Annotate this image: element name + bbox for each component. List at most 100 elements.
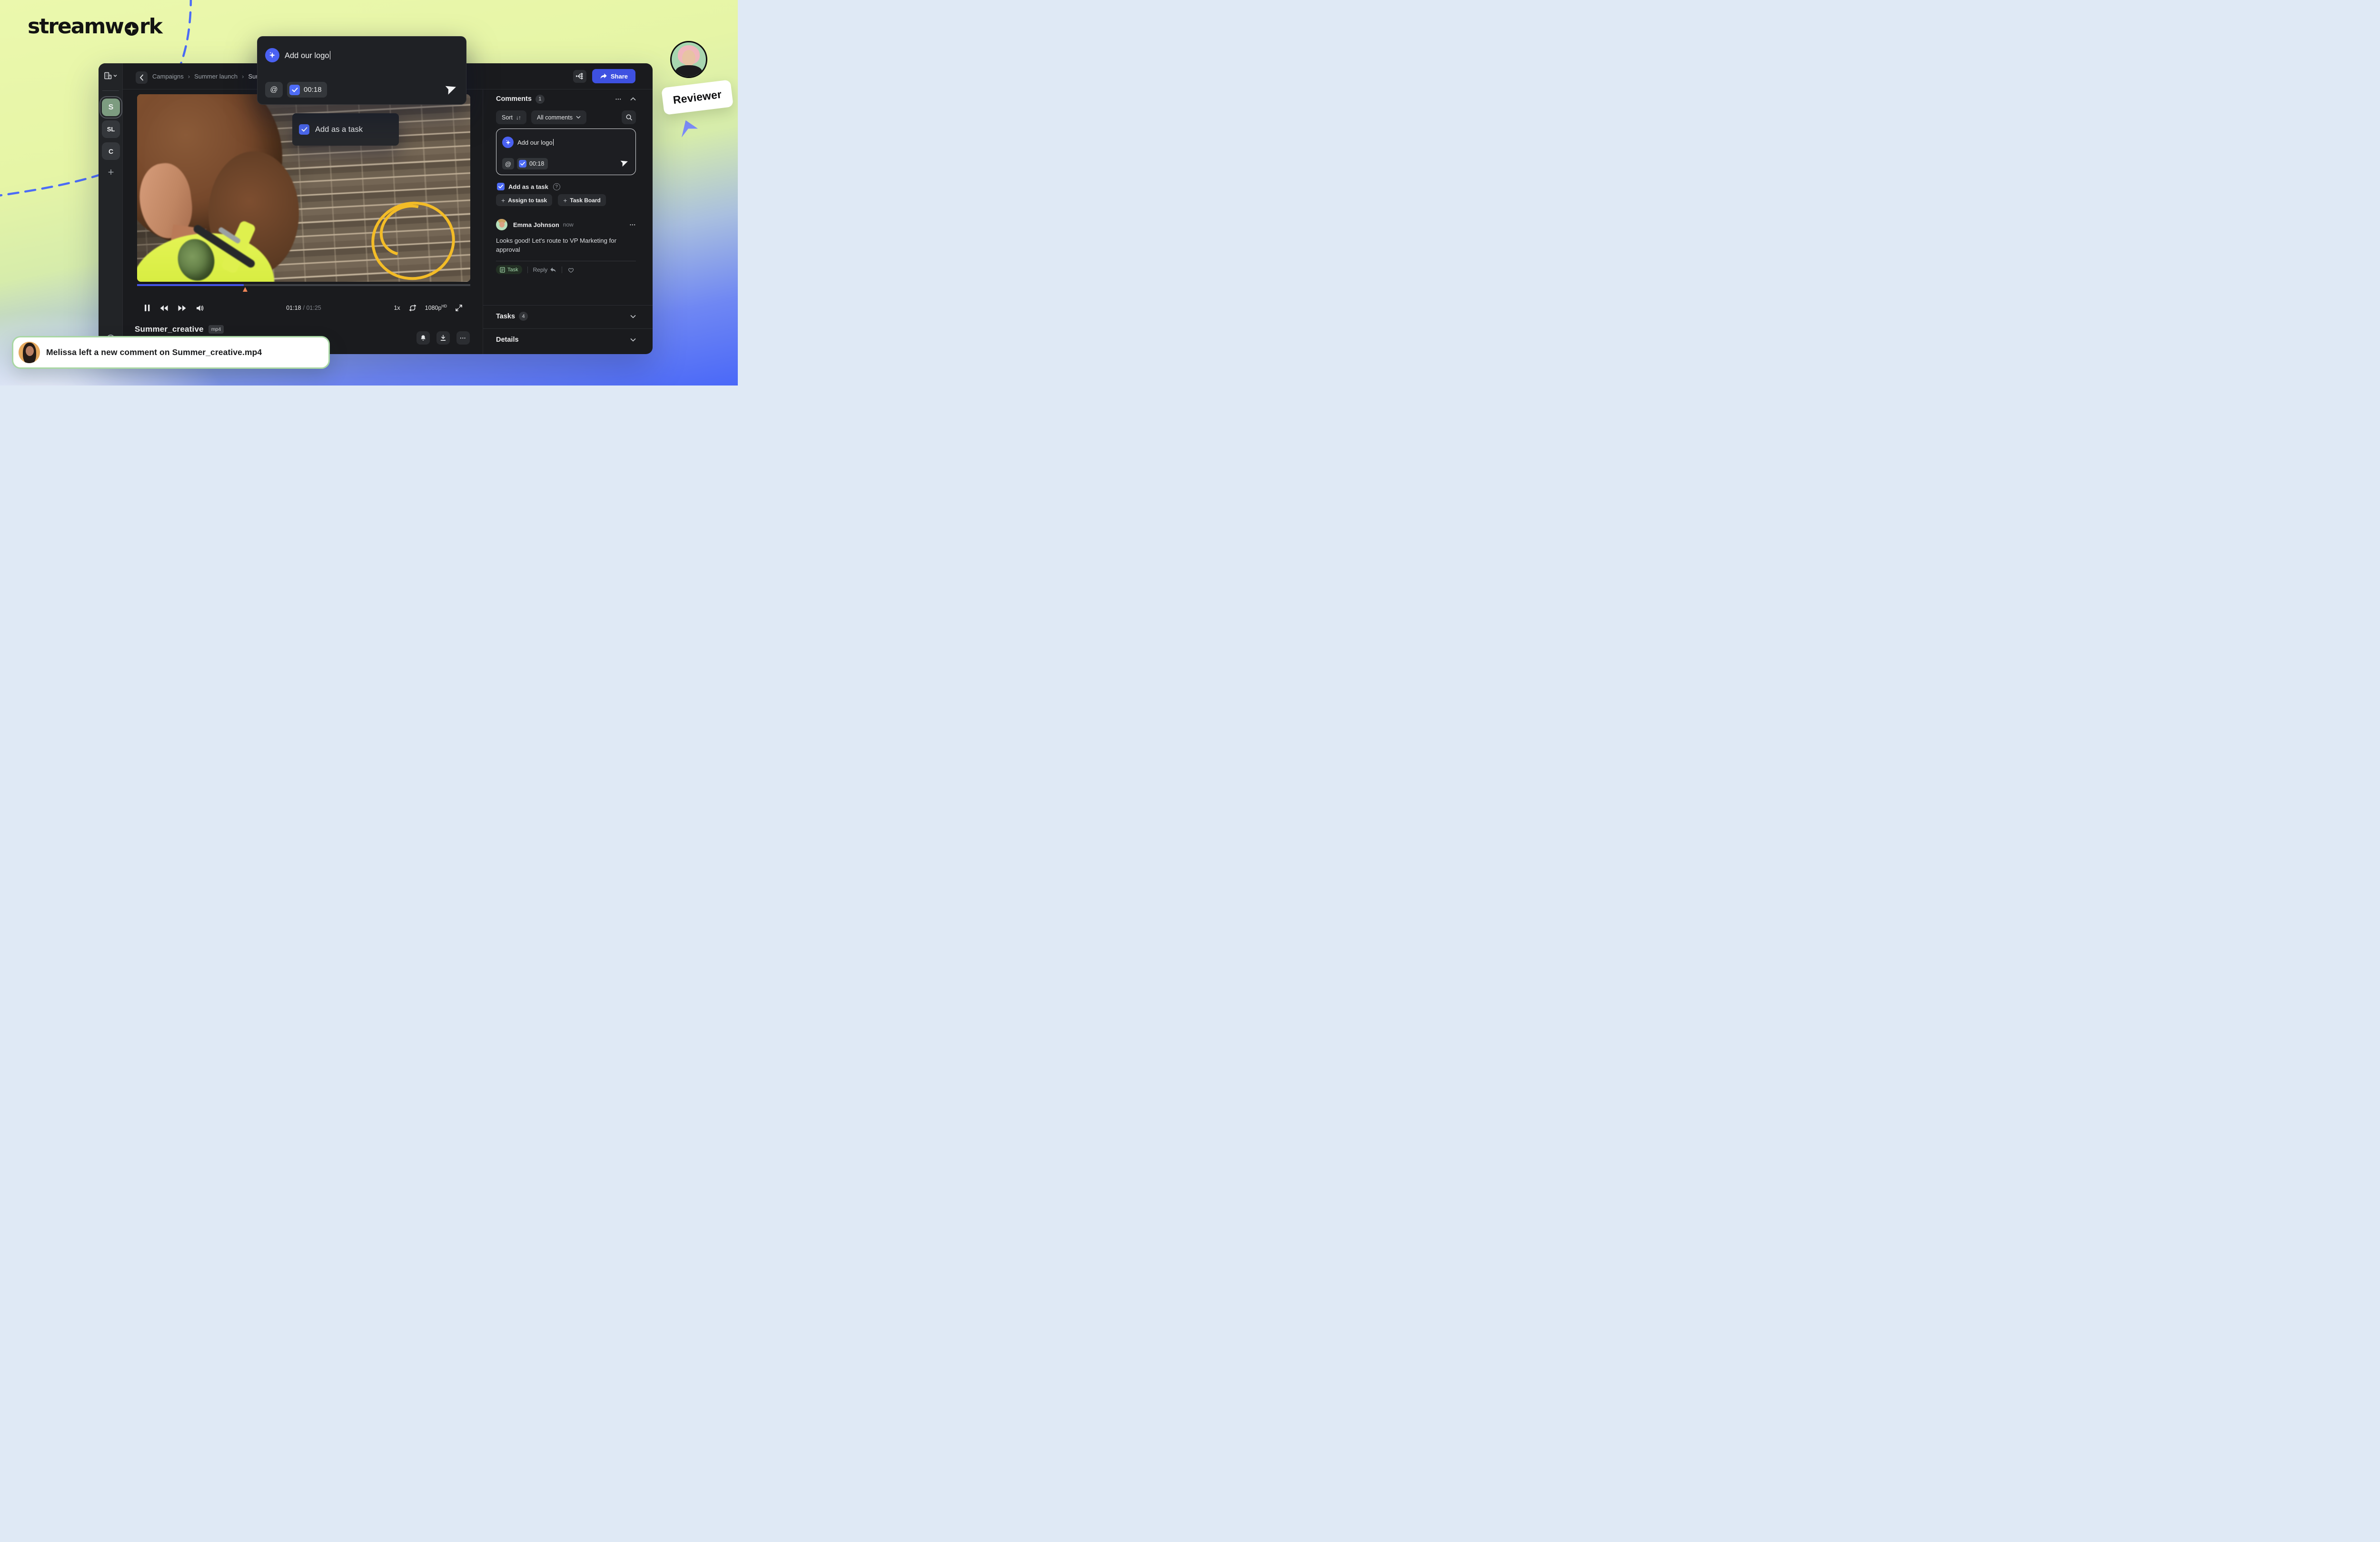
task-note-icon (500, 267, 505, 273)
routing-workflow-button[interactable] (573, 70, 586, 83)
share-label: Share (611, 73, 628, 80)
marketing-scene: streamwrk S SL C + (0, 0, 738, 386)
notification-toast[interactable]: Melissa left a new comment on Summer_cre… (12, 336, 330, 369)
file-type-badge: mp4 (208, 325, 224, 334)
text-caret (553, 139, 554, 146)
comments-menu-button[interactable]: ••• (615, 97, 622, 101)
comment-menu-button[interactable]: ••• (630, 223, 636, 227)
assign-to-task-button[interactable]: + Assign to task (496, 194, 552, 206)
notifications-button[interactable] (416, 331, 430, 345)
toast-message: Melissa left a new comment on Summer_cre… (46, 347, 262, 357)
comment-composer[interactable]: Add our logo @ 00:18 (496, 128, 636, 175)
reviewer-tag: Reviewer (661, 79, 734, 115)
floating-comment-composer[interactable]: Add our logo @ 00:18 (257, 36, 466, 105)
tasks-section-header[interactable]: Tasks 4 (496, 312, 636, 321)
task-chip[interactable]: Task (496, 265, 522, 274)
sort-arrows-icon: ↓↑ (516, 114, 521, 121)
task-board-button[interactable]: + Task Board (558, 194, 606, 206)
expand-details-chevron-icon[interactable] (630, 338, 636, 342)
building-icon (103, 71, 112, 80)
comment-timestamp-marker[interactable] (243, 287, 248, 292)
total-time: / 01:25 (303, 305, 321, 311)
collapse-comments-button[interactable] (630, 97, 636, 101)
floating-composer-input[interactable]: Add our logo (285, 51, 330, 60)
file-title: Summer_creative (135, 325, 204, 334)
video-progress-track[interactable] (137, 284, 470, 286)
sort-button[interactable]: Sort ↓↑ (496, 110, 526, 124)
comment-body: Looks good! Let's route to VP Marketing … (496, 236, 621, 254)
comments-filter-dropdown[interactable]: All comments (531, 110, 586, 124)
fullscreen-button[interactable] (455, 304, 463, 312)
add-workspace-button[interactable]: + (102, 164, 120, 180)
logo-o-mark-icon (125, 22, 139, 36)
yellow-circle-annotation (371, 202, 455, 280)
like-heart-button[interactable] (567, 267, 575, 273)
section-divider (483, 305, 653, 306)
download-icon (440, 335, 446, 342)
download-button[interactable] (436, 331, 450, 345)
chevron-down-icon (576, 116, 581, 119)
mention-button[interactable]: @ (265, 82, 283, 98)
tasks-title: Tasks (496, 313, 515, 320)
timestamp-value: 00:18 (304, 86, 322, 94)
plus-icon: + (501, 197, 505, 204)
reply-button[interactable]: Reply (533, 267, 557, 273)
cursor-arrow-icon (680, 119, 698, 138)
streamwork-logo: streamwrk (28, 14, 162, 39)
loop-button[interactable] (408, 304, 417, 312)
chevron-left-icon (139, 74, 144, 81)
video-progress-fill (137, 284, 244, 286)
send-comment-button[interactable] (445, 83, 457, 95)
action-separator (527, 267, 528, 273)
workspace-tile-sl[interactable]: SL (102, 120, 120, 138)
add-as-task-popup[interactable]: Add as a task (292, 113, 399, 146)
share-button[interactable]: Share (592, 69, 635, 83)
breadcrumb-campaigns[interactable]: Campaigns (152, 73, 184, 80)
timestamp-checkbox[interactable] (519, 160, 526, 168)
breadcrumb-separator: › (188, 73, 190, 80)
workspace-tile-s[interactable]: S (102, 99, 120, 116)
details-title: Details (496, 336, 519, 344)
toast-avatar (19, 342, 40, 363)
comment-time: now (563, 221, 574, 228)
app-window: S SL C + Campaigns › Summer launch › Sum… (99, 63, 653, 354)
composer-input[interactable]: Add our logo (517, 139, 554, 146)
search-icon (625, 114, 633, 121)
ai-sparkle-icon (502, 137, 514, 148)
route-branch-icon (575, 72, 584, 80)
breadcrumb-summer-launch[interactable]: Summer launch (194, 73, 238, 80)
more-options-button[interactable]: ••• (456, 331, 470, 345)
commenter-name: Emma Johnson (513, 221, 559, 228)
search-comments-button[interactable] (622, 110, 636, 124)
player-controls: 01:18 / 01:25 1x 1080pHD (137, 300, 470, 316)
details-section-header[interactable]: Details (496, 336, 636, 344)
quality-button[interactable]: 1080pHD (425, 304, 447, 311)
share-arrow-icon (600, 73, 607, 79)
help-icon[interactable]: ? (553, 183, 560, 190)
ai-sparkle-icon (265, 48, 279, 62)
commenter-avatar (496, 219, 507, 230)
timestamp-checkbox[interactable] (289, 85, 300, 95)
back-button[interactable] (136, 71, 148, 84)
workspace-sidebar: S SL C + (99, 63, 123, 354)
ellipsis-icon: ••• (460, 336, 466, 340)
add-as-task-checkbox[interactable] (497, 183, 505, 190)
send-comment-button[interactable] (620, 158, 629, 167)
timestamp-chip[interactable]: 00:18 (517, 158, 548, 169)
workspace-tile-c[interactable]: C (102, 142, 120, 160)
comments-title: Comments (496, 95, 532, 103)
timestamp-chip[interactable]: 00:18 (287, 82, 327, 98)
playback-speed-button[interactable]: 1x (394, 305, 400, 311)
mention-button[interactable]: @ (502, 158, 514, 169)
comments-count-badge: 1 (536, 95, 545, 104)
reply-arrow-icon (550, 267, 556, 273)
bell-icon (420, 335, 426, 342)
plus-icon: + (563, 197, 567, 204)
reviewer-avatar (670, 41, 707, 78)
section-divider (483, 328, 653, 329)
organization-switcher[interactable] (103, 69, 119, 82)
expand-tasks-chevron-icon[interactable] (630, 315, 636, 318)
logo-text-post: rk (139, 14, 162, 39)
add-as-task-checkbox[interactable] (299, 124, 309, 135)
current-time: 01:18 (286, 305, 301, 311)
